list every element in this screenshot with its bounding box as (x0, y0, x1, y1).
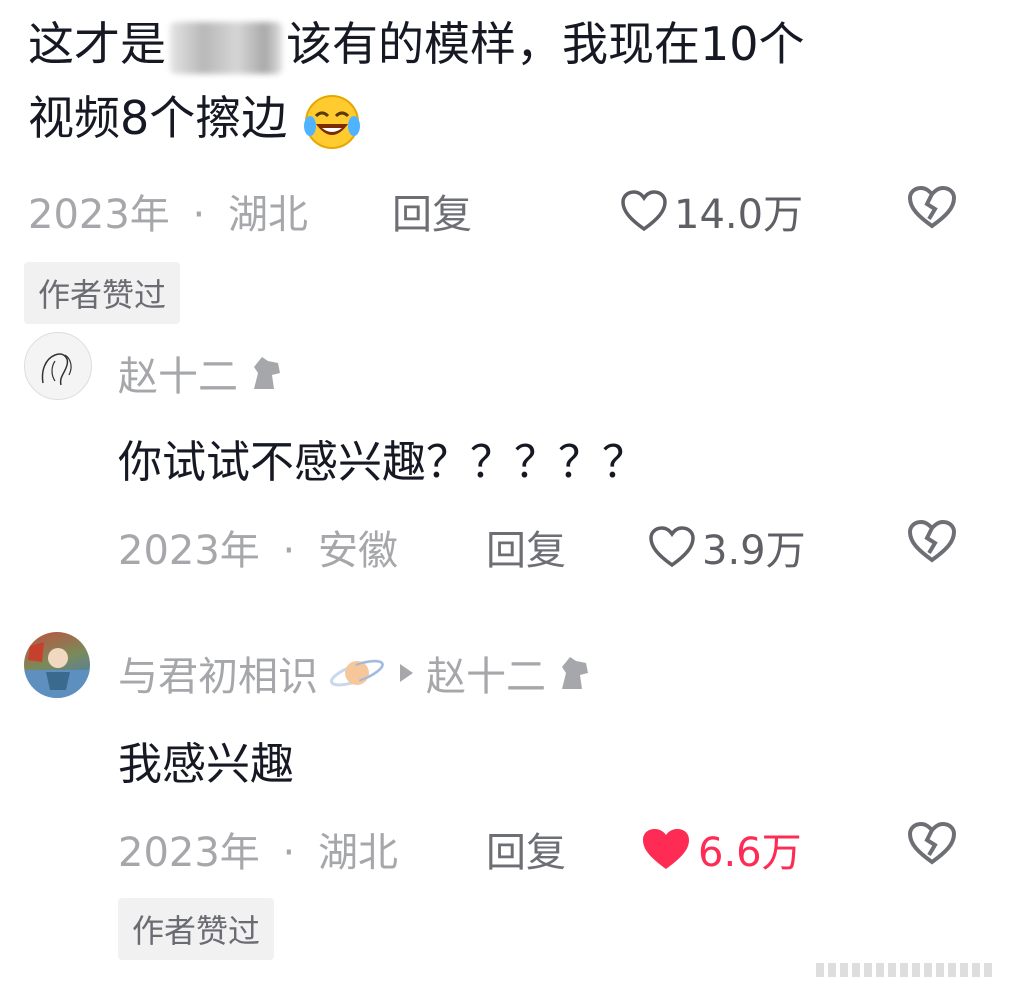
reply-arrow-icon (400, 664, 413, 682)
horse-icon (562, 657, 588, 689)
reply-meta: 2023年 · 安徽 (118, 518, 398, 576)
comment-dislike-button[interactable] (906, 184, 958, 234)
reply-location: 安徽 (317, 528, 398, 574)
comment-text-line1: 这才是 该有的模样，我现在10个 (28, 12, 805, 76)
reply-like-count: 6.6万 (698, 830, 802, 876)
avatar[interactable] (24, 632, 90, 698)
comment-like-count: 14.0万 (674, 192, 804, 238)
reply-location: 湖北 (317, 830, 398, 876)
comment-text-part-b: 该有的模样，我现在10个 (286, 17, 805, 71)
planet-icon (329, 659, 385, 687)
illustration-avatar-icon (24, 642, 90, 698)
reply-reply-button[interactable]: 回复 (486, 820, 566, 878)
broken-heart-icon (907, 821, 957, 865)
author-liked-badge: 作者赞过 (118, 898, 275, 960)
reply-username-label: 赵十二 (118, 354, 238, 400)
sketch-avatar-icon (41, 353, 72, 386)
reply-dislike-button[interactable] (906, 518, 958, 568)
meta-separator: · (282, 830, 296, 876)
reply-like-button[interactable]: 6.6万 (640, 820, 802, 878)
comment-time: 2023年 (28, 192, 170, 238)
reply-like-count: 3.9万 (702, 528, 806, 574)
comment-text-line2-label: 视频8个擦边 (28, 91, 288, 145)
meta-separator: · (282, 528, 296, 574)
reply-time: 2023年 (118, 830, 260, 876)
reply-time: 2023年 (118, 528, 260, 574)
comment-reply-button[interactable]: 回复 (392, 182, 472, 240)
comment-like-button[interactable]: 14.0万 (620, 182, 803, 240)
reply-dislike-button[interactable] (906, 820, 958, 870)
reply-username-row: 与君初相识 赵十二 (118, 644, 592, 702)
laughing-crying-emoji-icon (303, 94, 360, 149)
reply-to-username[interactable]: 赵十二 (426, 644, 546, 702)
reply-username-label[interactable]: 与君初相识 (118, 644, 318, 702)
heart-outline-icon (621, 190, 667, 232)
comment-text-part-a: 这才是 (28, 17, 166, 71)
comment-meta: 2023年 · 湖北 (28, 182, 308, 240)
reply-reply-button[interactable]: 回复 (486, 518, 566, 576)
reply-text: 我感兴趣 (118, 739, 294, 790)
heart-filled-icon (643, 829, 689, 869)
broken-heart-icon (907, 519, 957, 563)
broken-heart-icon (907, 185, 957, 229)
reply-like-button[interactable]: 3.9万 (648, 518, 806, 576)
comment-location: 湖北 (227, 192, 308, 238)
heart-outline-icon (649, 526, 695, 568)
watermark-strip (816, 963, 996, 977)
meta-separator: · (192, 192, 206, 238)
reply-meta: 2023年 · 湖北 (118, 820, 398, 878)
avatar[interactable] (24, 332, 92, 400)
redacted-blur (170, 21, 282, 74)
comment-text-line2: 视频8个擦边 (28, 86, 362, 152)
author-liked-badge: 作者赞过 (24, 262, 181, 324)
horse-icon (254, 357, 280, 389)
reply-text: 你试试不感兴趣？？？？？ (118, 437, 646, 488)
reply-username[interactable]: 赵十二 (118, 344, 284, 402)
